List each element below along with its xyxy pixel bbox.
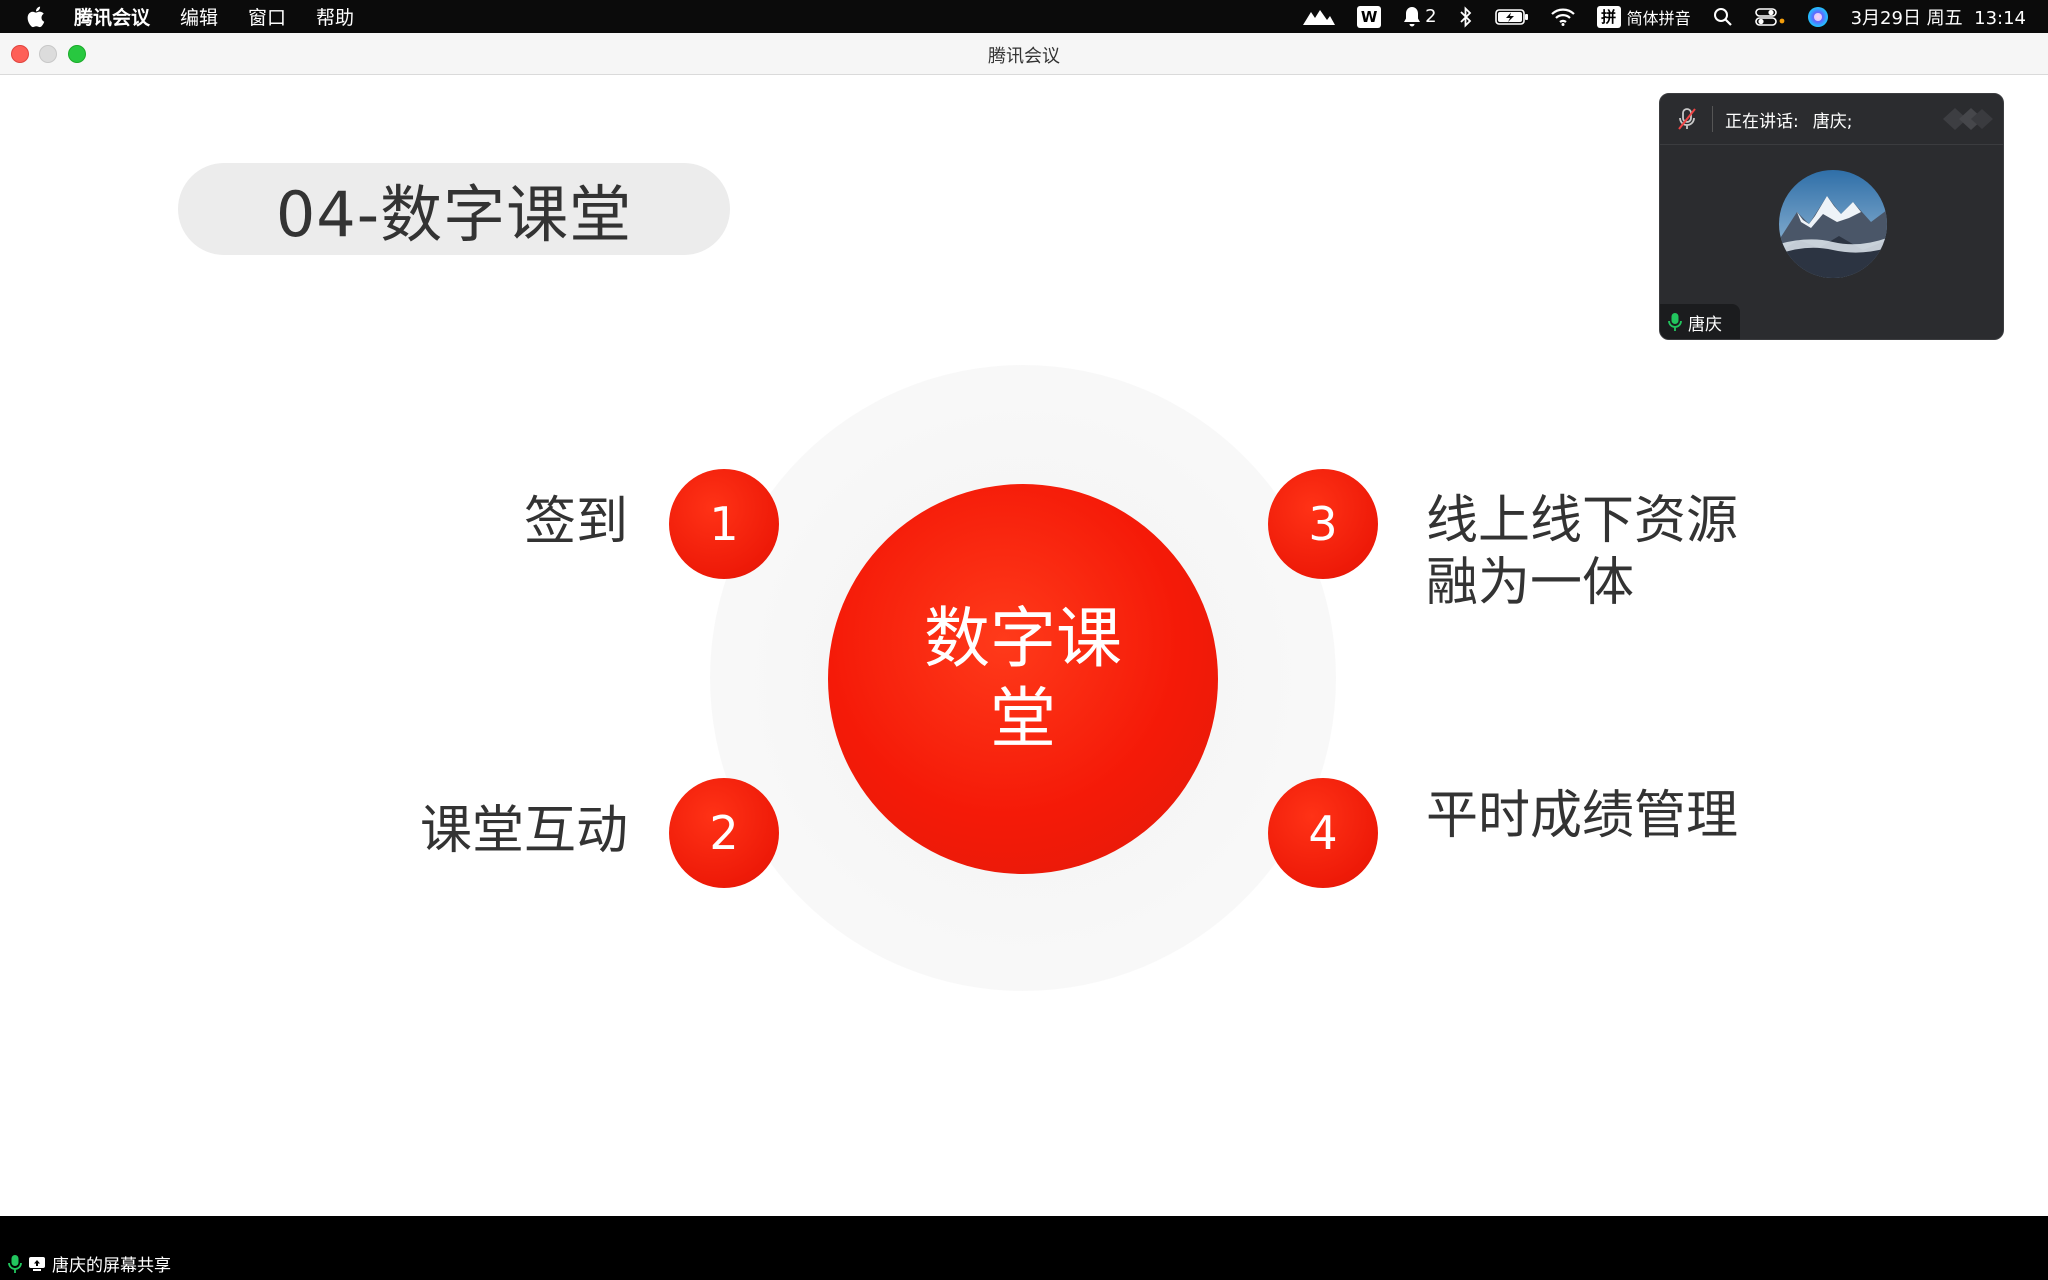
input-method-icon[interactable]: 拼 简体拼音 xyxy=(1596,5,1691,29)
siri-icon[interactable] xyxy=(1807,6,1829,28)
menu-edit[interactable]: 编辑 xyxy=(180,3,218,30)
screen-share-icon xyxy=(28,1256,46,1272)
item-label-4: 平时成绩管理 xyxy=(1426,786,1739,846)
bluetooth-icon[interactable] xyxy=(1459,5,1473,28)
menu-help[interactable]: 帮助 xyxy=(316,3,354,30)
speaker-panel[interactable]: 正在讲话: 唐庆; 唐庆 xyxy=(1659,93,2004,340)
center-text: 数字课堂 xyxy=(924,600,1122,757)
control-center-icon[interactable] xyxy=(1754,7,1785,27)
speaking-name: 唐庆; xyxy=(1812,111,1853,132)
window-title: 腾讯会议 xyxy=(988,46,1060,67)
menu-bar: 腾讯会议 编辑 窗口 帮助 W 2 拼 简体拼音 3月29日 周五 13:14 xyxy=(0,0,2048,33)
input-method-label: 简体拼音 xyxy=(1626,8,1691,28)
slide-title: 04-数字课堂 xyxy=(275,178,633,251)
spotlight-search-icon[interactable] xyxy=(1713,7,1733,27)
wps-icon[interactable]: W xyxy=(1357,5,1382,28)
participant-name: 唐庆 xyxy=(1688,314,1722,335)
participant-avatar xyxy=(1779,170,1887,278)
slide-title-pill: 04-数字课堂 xyxy=(178,163,730,255)
item-label-1: 签到 xyxy=(523,492,628,552)
speaking-label: 正在讲话: xyxy=(1725,111,1799,132)
speaker-header: 正在讲话: 唐庆; xyxy=(1660,94,2003,145)
panel-collapse-icon[interactable] xyxy=(1941,106,1995,132)
item-number-1: 1 xyxy=(669,469,779,579)
window-title-bar: 腾讯会议 xyxy=(0,33,2048,75)
item-number-3: 3 xyxy=(1268,469,1378,579)
center-circle: 数字课堂 xyxy=(828,484,1218,874)
pinyin-icon: 拼 xyxy=(1596,5,1621,28)
share-status-text: 唐庆的屏幕共享 xyxy=(52,1256,171,1276)
participant-name-tag: 唐庆 xyxy=(1660,304,1740,339)
item-label-2: 课堂互动 xyxy=(419,801,628,861)
screen-share-status: 唐庆的屏幕共享 xyxy=(8,1251,171,1276)
meeting-bottom-bar xyxy=(0,1216,2048,1280)
menu-window[interactable]: 窗口 xyxy=(248,3,286,30)
mic-on-icon xyxy=(1668,312,1682,332)
mic-muted-icon[interactable] xyxy=(1674,106,1700,132)
clock-datetime[interactable]: 3月29日 周五 13:14 xyxy=(1851,4,2026,30)
menu-app-name[interactable]: 腾讯会议 xyxy=(74,3,150,30)
item-number-2: 2 xyxy=(669,778,779,888)
battery-charging-icon[interactable] xyxy=(1494,8,1529,26)
share-mic-icon[interactable] xyxy=(8,1254,22,1274)
item-label-3: 线上线下资源融为一体 xyxy=(1426,491,1739,613)
mountain-app-icon[interactable] xyxy=(1303,8,1336,26)
header-divider xyxy=(1712,106,1713,132)
wifi-icon[interactable] xyxy=(1550,8,1575,26)
notification-bell-icon[interactable]: 2 xyxy=(1403,6,1437,28)
apple-logo-icon[interactable] xyxy=(26,5,48,29)
item-number-4: 4 xyxy=(1268,778,1378,888)
notification-count: 2 xyxy=(1425,6,1437,27)
